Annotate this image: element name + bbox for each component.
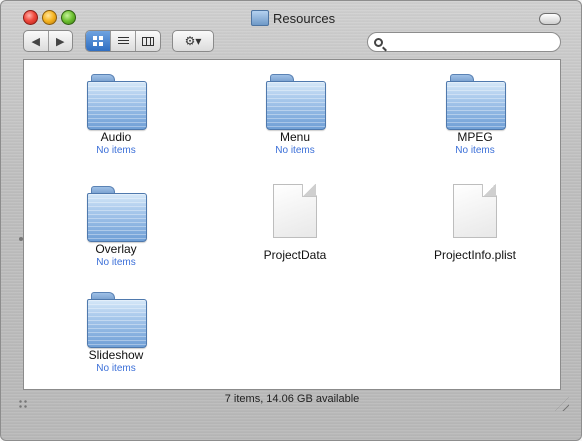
folder-icon xyxy=(87,74,147,130)
back-button[interactable]: ◀ xyxy=(24,31,48,51)
item-info: No items xyxy=(455,145,495,156)
folder-item[interactable]: MPEG No items xyxy=(415,74,535,156)
document-item[interactable]: ProjectInfo.plist xyxy=(415,184,535,262)
sidebar-splitter-handle[interactable] xyxy=(19,237,23,241)
status-bar-text: 7 items, 14.06 GB available xyxy=(224,393,360,405)
search-icon xyxy=(374,37,383,47)
item-info: No items xyxy=(96,257,136,268)
icon-view-icon xyxy=(93,36,103,46)
folder-item[interactable]: Overlay No items xyxy=(56,186,176,268)
item-info: No items xyxy=(275,145,315,156)
list-view-button[interactable] xyxy=(110,31,135,51)
toolbar-toggle-button[interactable] xyxy=(539,13,561,25)
view-mode-buttons xyxy=(85,30,161,52)
search-input[interactable] xyxy=(387,34,560,50)
column-view-button[interactable] xyxy=(135,31,160,51)
item-name: Slideshow xyxy=(88,348,144,362)
folder-icon xyxy=(446,74,506,130)
file-browser-area[interactable]: Audio No items Menu No items MPEG No ite… xyxy=(23,59,561,390)
item-name: Menu xyxy=(279,130,311,144)
window-title-group: Resources xyxy=(251,9,335,27)
document-icon xyxy=(273,184,317,238)
folder-item[interactable]: Menu No items xyxy=(235,74,355,156)
item-name: Overlay xyxy=(95,242,137,256)
column-view-icon xyxy=(142,36,154,46)
navigation-buttons: ◀ ▶ xyxy=(23,30,73,52)
list-view-icon xyxy=(117,36,129,46)
title-bar[interactable]: Resources xyxy=(1,1,582,29)
minimize-button[interactable] xyxy=(42,10,57,25)
finder-window: Resources ◀ ▶ ⚙▾ Audio No items Menu No … xyxy=(0,0,582,441)
folder-icon xyxy=(266,74,326,130)
document-item[interactable]: ProjectData xyxy=(235,184,355,262)
item-name: ProjectInfo.plist xyxy=(433,248,517,262)
gear-icon: ⚙▾ xyxy=(184,34,202,48)
document-icon xyxy=(453,184,497,238)
folder-icon xyxy=(87,186,147,242)
forward-button[interactable]: ▶ xyxy=(47,31,73,51)
folder-icon xyxy=(87,292,147,348)
folder-item[interactable]: Slideshow No items xyxy=(56,292,176,374)
zoom-button[interactable] xyxy=(61,10,76,25)
folder-item[interactable]: Audio No items xyxy=(56,74,176,156)
item-info: No items xyxy=(96,363,136,374)
icon-view-button[interactable] xyxy=(86,31,110,51)
folder-icon xyxy=(251,10,269,26)
item-name: MPEG xyxy=(457,130,493,144)
item-name: ProjectData xyxy=(263,248,327,262)
search-field[interactable] xyxy=(367,32,561,52)
item-name: Audio xyxy=(100,130,132,144)
close-button[interactable] xyxy=(23,10,38,25)
action-menu-button[interactable]: ⚙▾ xyxy=(172,30,214,52)
item-info: No items xyxy=(96,145,136,156)
window-title: Resources xyxy=(273,10,336,26)
